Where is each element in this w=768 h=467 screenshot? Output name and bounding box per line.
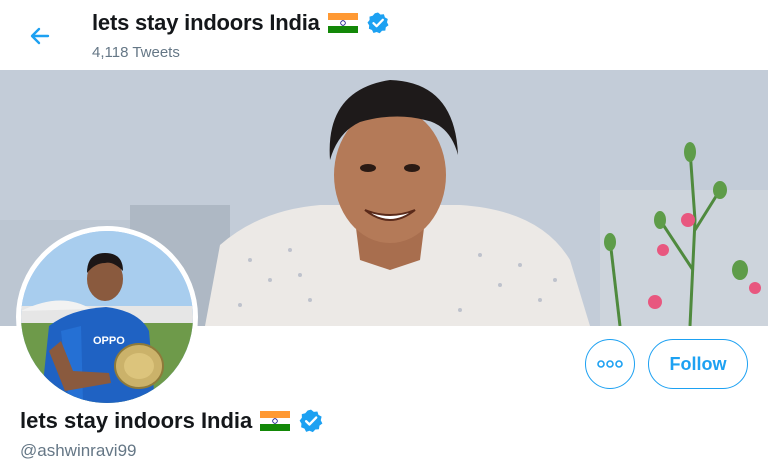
back-button[interactable] [22, 18, 58, 54]
avatar[interactable]: OPPO [16, 226, 198, 408]
jersey-text: OPPO [93, 335, 125, 347]
india-flag-icon [327, 13, 358, 33]
india-flag-icon [260, 411, 291, 431]
avatar-photo: OPPO [21, 231, 193, 403]
display-name-row: lets stay indoors India [20, 408, 324, 434]
tweet-count: 4,118 Tweets [92, 44, 180, 61]
header-title: lets stay indoors India [92, 10, 320, 35]
follow-button[interactable]: Follow [648, 339, 748, 389]
more-dots-icon [597, 360, 623, 368]
more-options-button[interactable] [585, 339, 635, 389]
display-name: lets stay indoors India [20, 408, 253, 433]
verified-badge-icon [367, 12, 389, 34]
user-handle: @ashwinravi99 [20, 441, 137, 460]
verified-badge-icon [299, 409, 323, 433]
arrow-left-icon [30, 27, 50, 45]
header-title-row: lets stay indoors India [92, 10, 390, 36]
profile-header: lets stay indoors India 4,118 Tweets [0, 0, 768, 70]
